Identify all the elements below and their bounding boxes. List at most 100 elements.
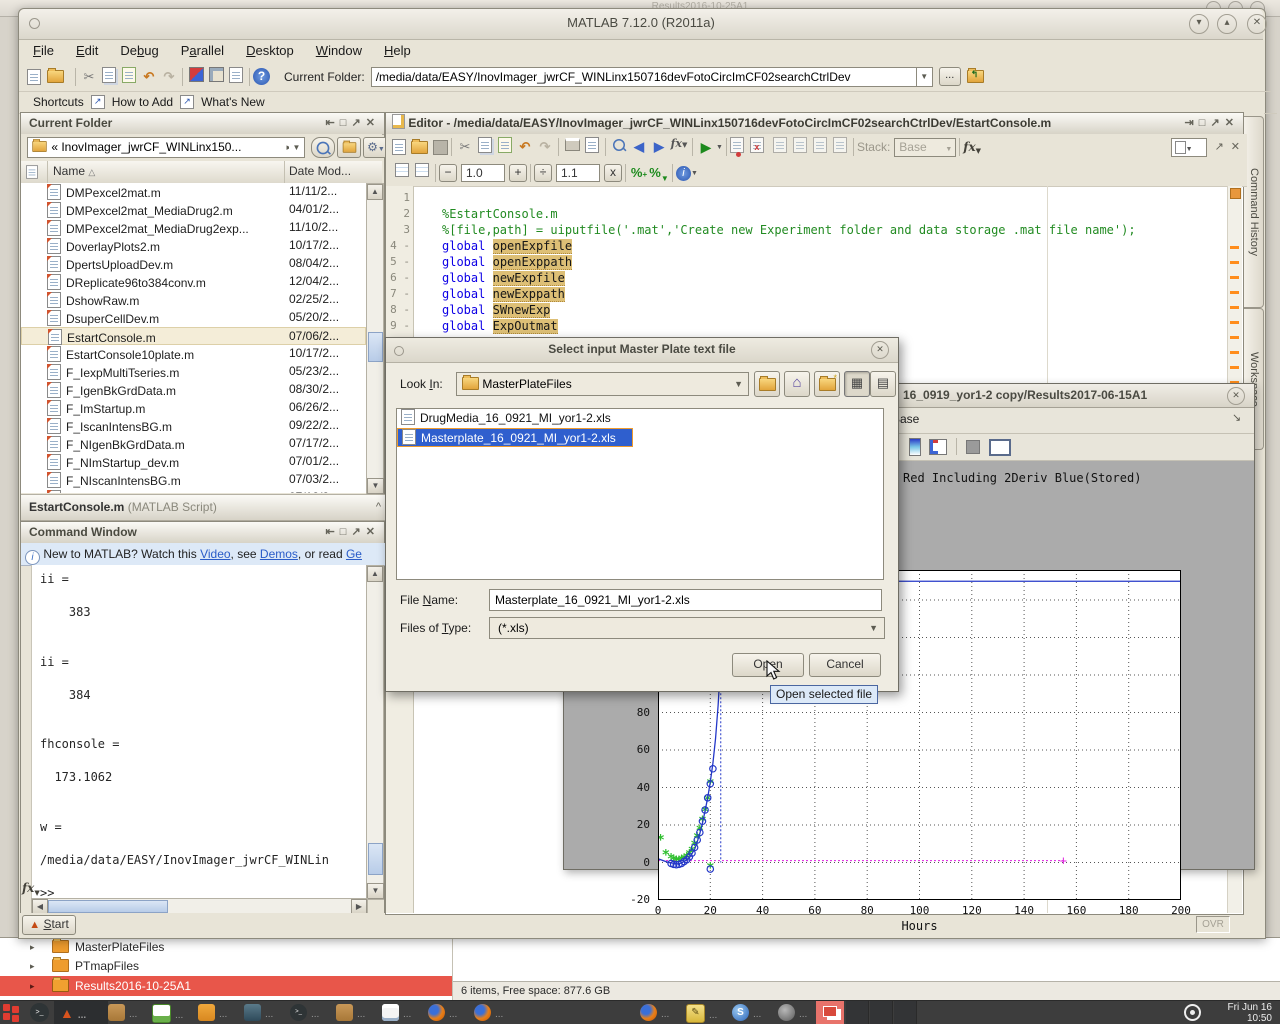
undock-panel-icon[interactable]: ↗	[352, 526, 362, 538]
file-row[interactable]: F_ImStartup.m06/26/2...	[21, 399, 366, 417]
close-button[interactable]: ✕	[1247, 14, 1267, 34]
stack-dropdown[interactable]: Base▼	[894, 138, 956, 157]
redo-icon[interactable]: ↷	[535, 137, 555, 157]
shortcut-whats-new[interactable]: What's New	[201, 95, 265, 109]
hold-icon[interactable]	[966, 440, 980, 454]
figure-close-button[interactable]: ✕	[1227, 387, 1245, 405]
open-file-icon[interactable]	[47, 70, 64, 83]
lint-warning-mark[interactable]	[1230, 321, 1239, 324]
taskbar-item-firefox2[interactable]: ...	[474, 1004, 503, 1022]
scrollbar-thumb[interactable]	[368, 332, 383, 362]
colorbar-icon[interactable]	[909, 438, 921, 456]
step-out-icon[interactable]	[810, 137, 830, 157]
matlab-titlebar[interactable]: MATLAB 7.12.0 (R2011a) ▾ ▴ ✕	[19, 9, 1263, 40]
taskbar-item-folder2[interactable]: ...	[198, 1004, 227, 1022]
type-column-icon[interactable]	[25, 164, 39, 183]
value1-input[interactable]: 1.0	[461, 164, 505, 182]
file-row-selected[interactable]: EstartConsole.m07/06/2...	[21, 327, 366, 345]
collapse-details-icon[interactable]: ^	[376, 497, 382, 518]
file-row[interactable]: F_NIscanIntensBG.m07/03/2...	[21, 471, 366, 489]
file-row[interactable]: F_IgenBkGrdData.m08/30/2...	[21, 381, 366, 399]
set-breakpoint-icon[interactable]	[730, 137, 750, 157]
shortcut-how-to-add[interactable]: How to Add	[112, 95, 173, 109]
undock-panel-icon[interactable]: ↗	[1211, 117, 1221, 129]
increase-value-button[interactable]: +	[509, 164, 527, 182]
file-row[interactable]: DpertsUploadDev.m08/04/2...	[21, 255, 366, 273]
console-area[interactable]: ii = 383 ii = 384 fhconsole = 173.1062 w…	[31, 565, 367, 898]
lint-warning-mark[interactable]	[1230, 351, 1239, 354]
lint-warning-mark[interactable]	[1230, 246, 1239, 249]
taskbar-item-firefox1[interactable]: ...	[428, 1004, 457, 1022]
taskbar-item-app-blue[interactable]: S...	[732, 1004, 761, 1022]
dock-right-icon[interactable]: ⇥	[1185, 117, 1195, 129]
axes-icon[interactable]	[989, 439, 1011, 456]
file-row[interactable]: F_NImStartup_dev.m07/01/2...	[21, 453, 366, 471]
close-panel-icon[interactable]: ✕	[1225, 117, 1235, 129]
folder-breadcrumb[interactable]: « InovImager_jwrCF_WINLinx150... ▸	[27, 137, 294, 158]
file-row[interactable]: DMPexcel2mat_MediaDrug2.m04/01/2...	[21, 201, 366, 219]
fm-tree-row[interactable]: ▸ PTmapFiles	[0, 957, 452, 976]
decrease-value-button[interactable]: −	[439, 164, 457, 182]
percent-add-icon[interactable]: %+	[629, 163, 649, 183]
terminal-launcher-icon[interactable]: >_	[30, 1003, 49, 1022]
dialog-close-button[interactable]: ✕	[871, 341, 889, 359]
paste-icon[interactable]	[119, 67, 139, 87]
taskbar-window-slot[interactable]	[870, 1001, 893, 1024]
new-folder-button[interactable]: *	[814, 371, 840, 397]
dialog-titlebar[interactable]: Select input Master Plate text file ✕	[386, 338, 898, 363]
clock[interactable]: Fri Jun 16 10:50	[1208, 1002, 1272, 1024]
dialog-file-row[interactable]: DrugMedia_16_0921_MI_yor1-2.xls	[397, 409, 883, 428]
files-of-type-dropdown[interactable]: (*.xls)▼	[489, 617, 885, 639]
fm-tree-row[interactable]: ▸ MasterPlateFiles	[0, 938, 452, 957]
run-icon[interactable]: ▶	[696, 137, 716, 157]
taskbar-item-calc[interactable]: ...	[152, 1004, 183, 1023]
print-preview-icon[interactable]: ▼	[582, 137, 602, 157]
demos-link[interactable]: Demos	[260, 547, 298, 561]
cancel-button[interactable]: Cancel	[809, 653, 881, 677]
lint-warning-mark[interactable]	[1230, 306, 1239, 309]
guide-icon[interactable]	[206, 67, 226, 87]
getting-started-link[interactable]: Ge	[346, 547, 362, 561]
cut-icon[interactable]: ✂	[79, 67, 99, 87]
file-details-bar[interactable]: EstartConsole.m (MATLAB Script) ^	[21, 494, 390, 521]
forward-icon[interactable]: ▶	[649, 137, 669, 157]
file-row[interactable]: DMPexcel2mat_MediaDrug2exp...11/10/2...	[21, 219, 366, 237]
file-row[interactable]: DMPexcel2mat.m11/11/2...	[21, 183, 366, 201]
taskbar-window-slot[interactable]	[894, 1001, 917, 1024]
dock-left-icon[interactable]: ⇤	[326, 526, 336, 538]
video-link[interactable]: Video	[200, 547, 230, 561]
minimize-button[interactable]: ▾	[1189, 14, 1209, 34]
grid-view-button[interactable]: ▦	[844, 371, 870, 397]
next-cell-icon[interactable]	[412, 163, 432, 183]
up-one-folder-button[interactable]	[337, 137, 361, 158]
list-view-button[interactable]: ▤	[870, 371, 896, 397]
search-button[interactable]	[311, 137, 335, 158]
multiply-button[interactable]: x	[604, 164, 622, 182]
lint-warning-mark[interactable]	[1230, 336, 1239, 339]
simulink-icon[interactable]	[186, 67, 206, 87]
current-folder-path-dropdown[interactable]: ▼	[917, 67, 933, 87]
file-row[interactable]: DReplicate96to384conv.m12/04/2...	[21, 273, 366, 291]
lint-warning-mark[interactable]	[1230, 261, 1239, 264]
taskbar-item-media[interactable]: ...	[244, 1004, 273, 1022]
close-editor-icon[interactable]: ✕	[1231, 137, 1241, 158]
file-row[interactable]: EstartConsole10plate.m10/17/2...	[21, 345, 366, 363]
insert-cell-icon[interactable]	[392, 163, 412, 183]
file-row[interactable]: DshowRaw.m02/25/2...	[21, 291, 366, 309]
expander-icon[interactable]: ▸	[30, 976, 35, 996]
menu-help[interactable]: Help	[384, 43, 411, 58]
file-row[interactable]: F_NIscanIntensBGnewDev.m07/18/2...	[21, 489, 366, 493]
close-panel-icon[interactable]: ✕	[366, 526, 376, 538]
redo-icon[interactable]: ↷	[159, 67, 179, 87]
taskbar-item-terminal2[interactable]: >_...	[290, 1004, 319, 1022]
divide-button[interactable]: ÷	[534, 164, 552, 182]
taskbar-item-folder1[interactable]: ...	[108, 1004, 137, 1022]
print-icon[interactable]	[562, 137, 582, 157]
maximize-panel-icon[interactable]: □	[1199, 117, 1207, 129]
lint-warning-mark[interactable]	[1230, 366, 1239, 369]
dock-left-icon[interactable]: ⇤	[326, 117, 336, 129]
copy-icon[interactable]	[475, 137, 495, 157]
percent-remove-icon[interactable]: %▼	[649, 163, 669, 183]
column-name[interactable]: Name △	[53, 164, 95, 178]
start-button[interactable]: ▲ Start	[22, 915, 76, 935]
